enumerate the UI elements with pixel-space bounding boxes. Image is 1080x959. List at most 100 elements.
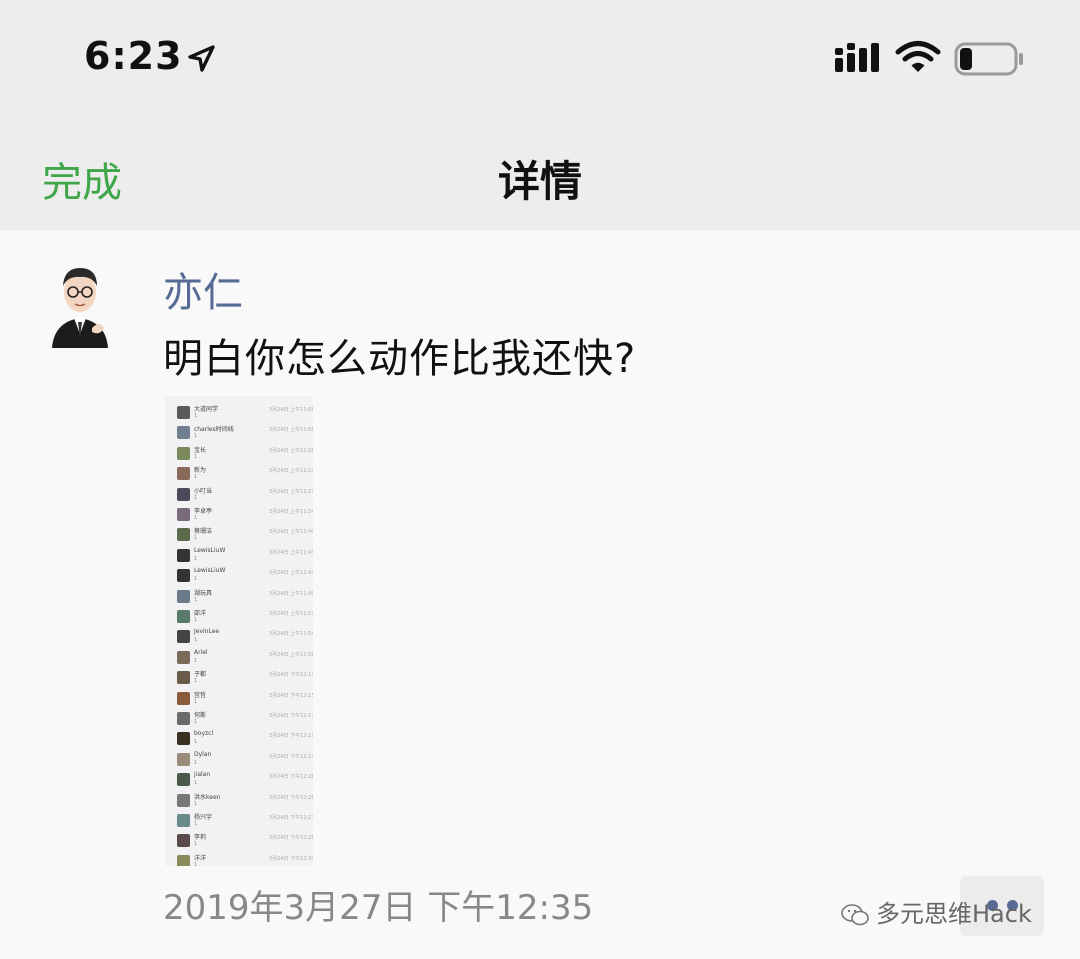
image-row-avatar [177, 528, 190, 542]
image-row-count: 1 [194, 678, 198, 685]
image-row-time: 3月24日 上午11:10 [269, 468, 313, 475]
wechat-icon [841, 904, 869, 926]
image-row-count: 1 [194, 861, 198, 866]
wifi-icon [895, 41, 941, 72]
image-row-time: 3月24日 上午11:43 [269, 570, 313, 577]
image-row-time: 3月24日 下午12:26 [269, 774, 313, 781]
image-row-count: 1 [194, 841, 198, 848]
image-row-time: 3月24日 上午11:08 [269, 427, 313, 434]
image-row-time: 3月24日 下午12:15 [269, 692, 313, 699]
author-name[interactable]: 亦仁 [163, 260, 243, 318]
image-row-avatar [177, 650, 190, 664]
image-list-row: 蔡珊洁 1 3月24日 上午11:40 [165, 524, 313, 544]
image-row-name: 杨兴宇 [194, 814, 213, 821]
image-row-avatar [177, 589, 190, 603]
image-row-name: LewisLiuW [194, 546, 226, 554]
image-row-time: 3月24日 下午12:30 [269, 855, 313, 862]
image-row-count: 1 [194, 800, 198, 807]
image-row-count: 1 [194, 515, 198, 521]
image-row-avatar [177, 508, 190, 521]
image-row-name: Dylan [194, 750, 212, 758]
image-row-avatar [177, 691, 190, 705]
image-list-row: 湖玩具 1 3月24日 上午11:49 [165, 586, 313, 606]
image-row-avatar [177, 793, 190, 807]
signal-icon [835, 43, 879, 72]
image-row-count: 1 [194, 413, 198, 419]
image-list-row: 李莉 1 3月24日 下午12:28 [165, 830, 313, 850]
image-row-name: 小叮当 [194, 487, 213, 495]
image-list-row: 小叮当 1 3月24日 上午11:21 [165, 484, 313, 504]
image-list-row: 大道同学 1 3月24日 上午11:08 [165, 402, 313, 422]
page-title: 详情 [497, 157, 582, 206]
post-detail: 亦仁 明白你怎么动作比我还快? 大道同学 1 3月24日 上午11:08 charle… [0, 230, 1080, 959]
image-list-row: JevinLee 1 3月24日 上午11:54 [165, 626, 313, 646]
post-image[interactable]: 大道同学 1 3月24日 上午11:08 charles时间线 1 3月24日 上午11:… [165, 396, 313, 866]
image-row-name: 子都 [194, 671, 207, 679]
image-row-name: 宝长 [194, 446, 207, 454]
image-row-name: 洋洋 [194, 854, 207, 862]
image-row-name: JevinLee [194, 628, 220, 636]
image-row-avatar [177, 671, 190, 685]
nav-bar: 完成 详情 [0, 110, 1080, 230]
image-list-row: 洋洋 1 3月24日 下午12:30 [165, 851, 313, 866]
avatar[interactable] [48, 258, 112, 350]
image-list-row: 新为 1 3月24日 上午11:10 [165, 463, 313, 483]
image-row-avatar [177, 732, 190, 746]
image-list-row: Ariel 1 3月24日 上午11:58 [165, 647, 313, 667]
image-row-count: 1 [194, 698, 198, 705]
image-row-time: 3月24日 下午12:26 [269, 794, 313, 801]
image-row-time: 3月24日 上午11:08 [269, 407, 313, 413]
image-row-count: 1 [194, 433, 198, 440]
image-row-name: 李卓亭 [194, 508, 213, 515]
image-row-count: 1 [194, 535, 198, 542]
image-list-row: 宝长 1 3月24日 上午11:08 [165, 443, 313, 463]
image-row-avatar [177, 712, 190, 725]
image-list-row: 宫哲 1 3月24日 下午12:15 [165, 688, 313, 708]
image-row-avatar [177, 834, 190, 848]
image-row-avatar [177, 467, 190, 481]
image-list-row: Dylan 1 3月24日 下午12:21 [165, 749, 313, 769]
image-row-time: 3月24日 下午12:27 [269, 815, 313, 821]
image-row-time: 3月24日 上午11:08 [269, 447, 313, 454]
image-row-count: 1 [194, 453, 198, 460]
image-row-count: 1 [194, 555, 198, 562]
image-row-avatar [177, 548, 190, 562]
image-row-time: 3月24日 下午12:17 [269, 713, 313, 719]
image-row-count: 1 [194, 821, 198, 827]
image-row-name: jialan [194, 771, 211, 779]
image-row-avatar [177, 610, 190, 623]
image-row-name: LewisLiuW [194, 567, 226, 575]
image-row-count: 1 [194, 474, 198, 481]
watermark-text: 多元思维Hack [876, 900, 1032, 928]
image-row-avatar [177, 569, 190, 583]
image-row-avatar [177, 773, 190, 787]
image-row-time: 3月24日 上午11:43 [269, 549, 313, 556]
image-row-count: 1 [194, 657, 198, 664]
image-row-avatar [177, 426, 190, 440]
image-row-count: 1 [194, 617, 198, 623]
post-text: 明白你怎么动作比我还快? [163, 336, 637, 382]
image-row-name: 蔡珊洁 [194, 528, 213, 536]
image-list-row: jialan 1 3月24日 下午12:26 [165, 769, 313, 789]
image-row-count: 1 [194, 759, 198, 766]
image-list-row: 邵洋 1 3月24日 上午11:51 [165, 606, 313, 626]
status-time: 6:23 [84, 34, 183, 78]
watermark: 多元思维Hack [840, 894, 1032, 929]
image-row-count: 1 [194, 576, 198, 583]
image-row-avatar [177, 446, 190, 460]
image-row-name: 何斯 [194, 712, 207, 719]
image-list-row: 杨兴宇 1 3月24日 下午12:27 [165, 810, 313, 830]
image-row-name: Ariel [194, 648, 208, 656]
image-row-name: 李莉 [194, 834, 207, 842]
image-list-row: 洪水keen 1 3月24日 下午12:26 [165, 790, 313, 810]
image-row-time: 3月24日 上午11:54 [269, 631, 313, 638]
image-row-avatar [177, 487, 190, 501]
image-row-count: 1 [194, 494, 198, 501]
image-row-avatar [177, 752, 190, 766]
battery-icon [954, 42, 1023, 76]
image-list-row: 李卓亭 1 3月24日 上午11:34 [165, 504, 313, 524]
image-row-time: 3月24日 上午11:34 [269, 509, 313, 515]
image-row-time: 3月24日 下午12:19 [269, 733, 313, 740]
image-row-count: 1 [194, 780, 198, 787]
image-row-name: boyzcl [194, 730, 214, 738]
